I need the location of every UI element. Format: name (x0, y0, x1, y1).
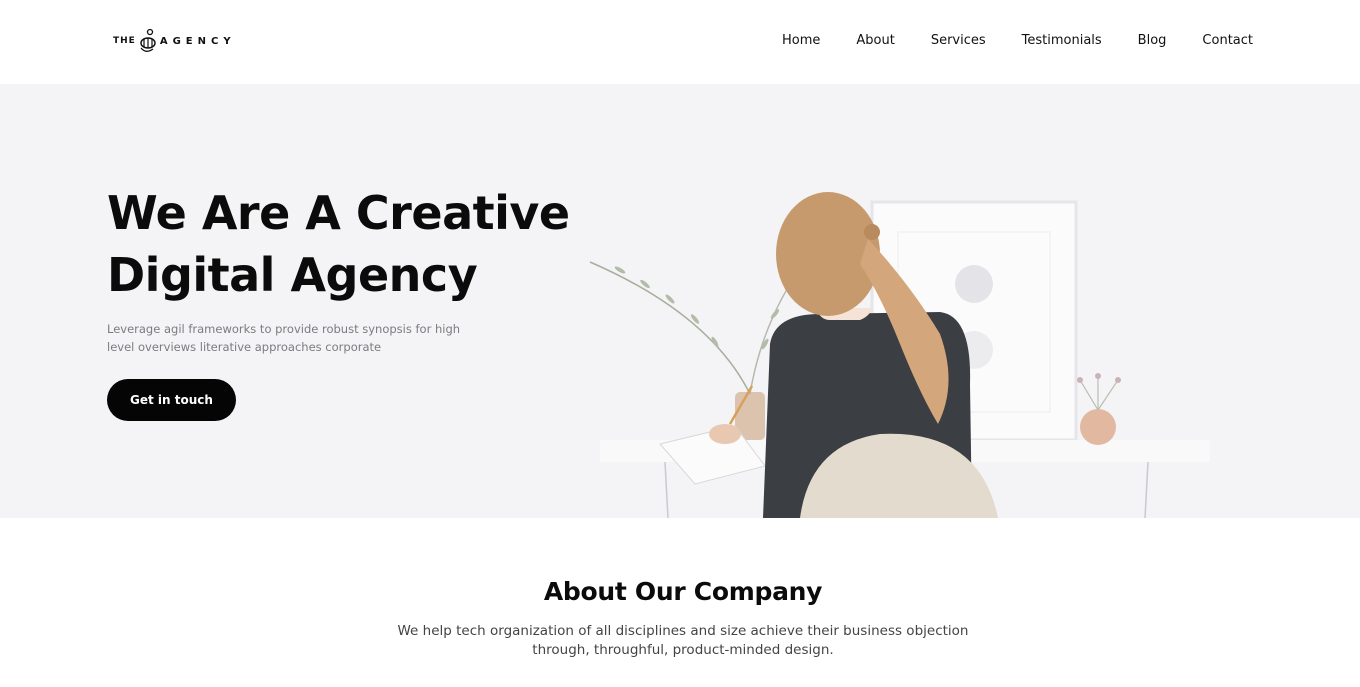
logo-name: AGENCY (159, 35, 236, 47)
hero-title-line-2: Digital Agency (107, 248, 478, 302)
brand-logo[interactable]: THE AGENCY (113, 28, 236, 54)
hero-subtitle-line-2: level overviews literative approaches co… (107, 340, 382, 354)
nav-blog[interactable]: Blog (1138, 33, 1167, 48)
bee-logo-icon (140, 28, 156, 52)
nav-services[interactable]: Services (931, 33, 986, 48)
hero-section: We Are A Creative Digital Agency Leverag… (0, 84, 1360, 518)
nav-about[interactable]: About (856, 33, 894, 48)
hero-image (589, 192, 1210, 518)
hero-title-line-1: We Are A Creative (107, 186, 570, 240)
about-title: About Our Company (543, 577, 823, 606)
nav-home[interactable]: Home (782, 33, 820, 48)
logo-prefix: THE (113, 36, 136, 46)
main-nav: Home About Services Testimonials Blog Co… (782, 33, 1253, 48)
get-in-touch-button[interactable]: Get in touch (107, 379, 236, 421)
hero-title: We Are A Creative Digital Agency (107, 182, 627, 306)
hero-subtitle: Leverage agil frameworks to provide robu… (107, 320, 467, 356)
nav-contact[interactable]: Contact (1202, 33, 1253, 48)
about-description-line-2: through, throughful, product-minded desi… (532, 642, 834, 658)
about-description: We help tech organization of all discipl… (380, 622, 986, 660)
site-header: THE AGENCY Home About Services Testimoni… (0, 0, 1360, 84)
about-description-line-1: We help tech organization of all discipl… (397, 623, 969, 639)
nav-testimonials[interactable]: Testimonials (1022, 33, 1102, 48)
hero-subtitle-line-1: Leverage agil frameworks to provide robu… (107, 322, 461, 336)
